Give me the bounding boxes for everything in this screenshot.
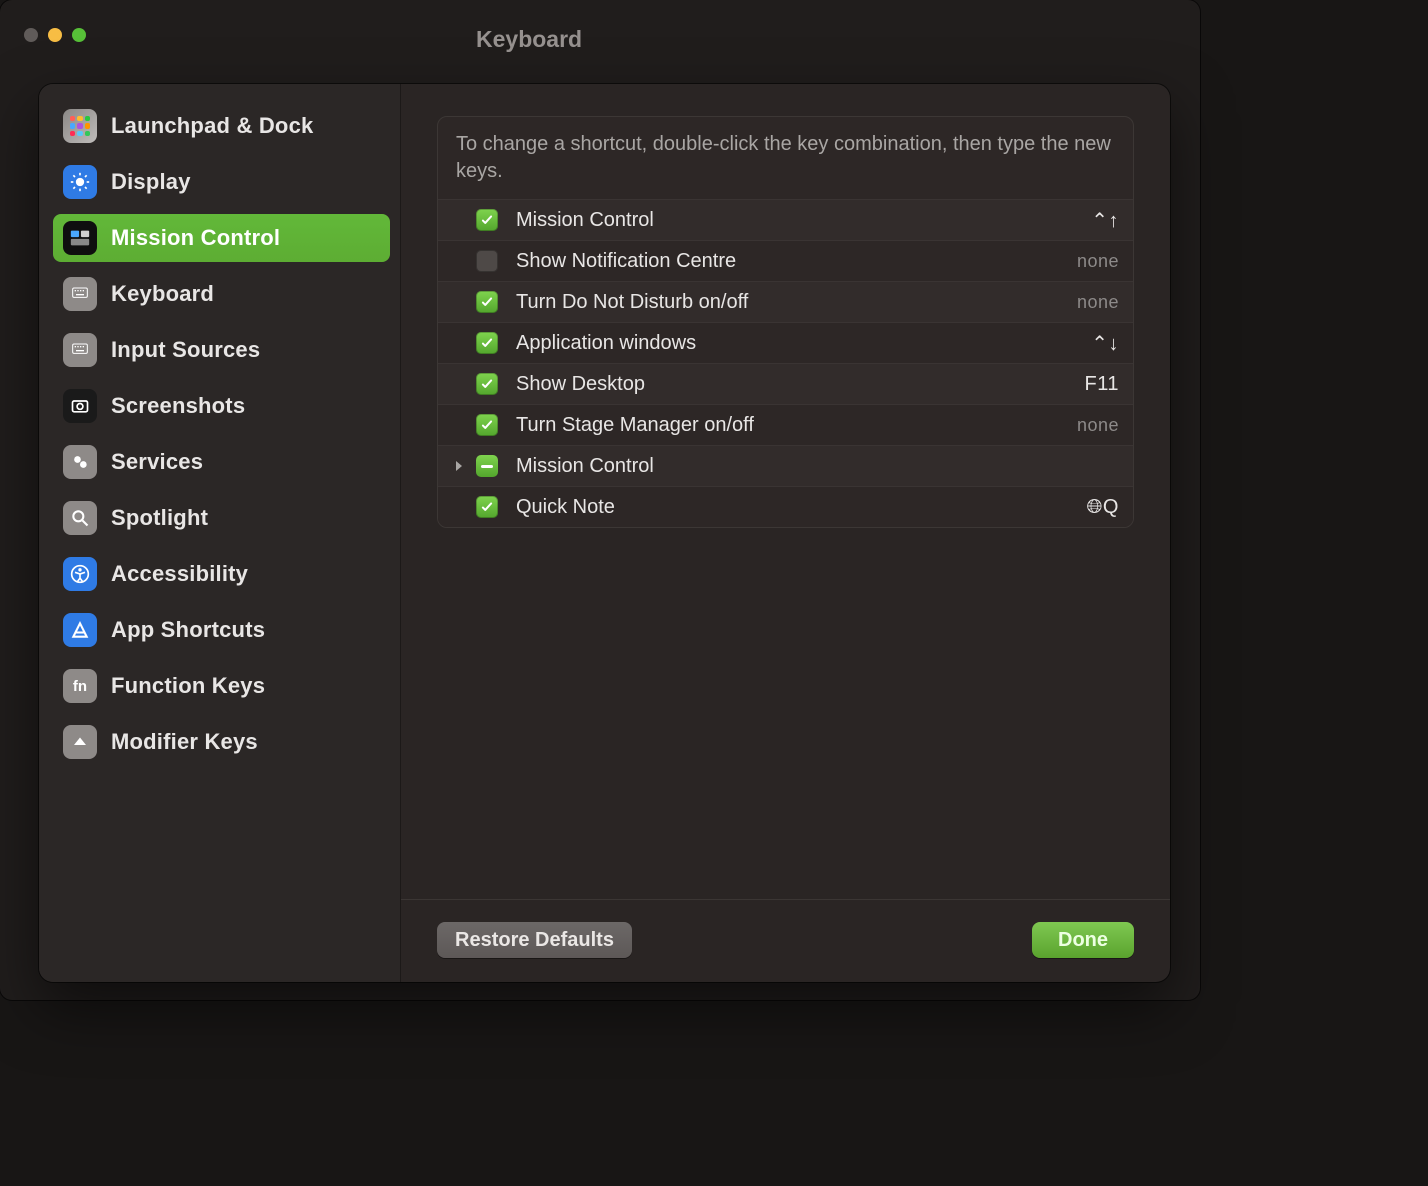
sidebar-item-label: Launchpad & Dock [111,113,313,139]
sidebar-item-app-shortcuts[interactable]: App Shortcuts [53,606,390,654]
traffic-lights [24,28,86,42]
disclosure-triangle-icon[interactable] [446,460,472,472]
sidebar-item-label: Spotlight [111,505,208,531]
shortcut-name: Application windows [516,332,1091,355]
launchpad-icon [63,109,97,143]
sidebar-item-label: Function Keys [111,673,265,699]
category-sidebar: Launchpad & Dock Display Mission Control… [39,84,401,982]
sidebar-item-spotlight[interactable]: Spotlight [53,494,390,542]
close-icon[interactable] [24,28,38,42]
modifier-icon [63,725,97,759]
shortcuts-content: To change a shortcut, double-click the k… [401,84,1170,982]
fn-icon: fn [63,669,97,703]
accessibility-icon [63,557,97,591]
done-button[interactable]: Done [1032,922,1134,958]
mission-icon [63,221,97,255]
shortcut-enabled-checkbox[interactable] [476,373,498,395]
sidebar-item-modifier-keys[interactable]: Modifier Keys [53,718,390,766]
keyboard-icon [63,277,97,311]
button-label: Restore Defaults [455,929,614,952]
shortcut-row[interactable]: Application windows⌃↓ [438,322,1133,363]
shortcut-name: Show Desktop [516,373,1085,396]
shortcut-row[interactable]: Turn Stage Manager on/offnone [438,404,1133,445]
shortcut-enabled-checkbox[interactable] [476,455,498,477]
settings-window: Keyboard Launchpad & Dock Display Miss [0,0,1200,1000]
shortcut-name: Mission Control [516,455,1119,478]
restore-defaults-button[interactable]: Restore Defaults [437,922,632,958]
sidebar-item-accessibility[interactable]: Accessibility [53,550,390,598]
shortcut-row[interactable]: Mission Control⌃↑ [438,199,1133,240]
shortcut-row[interactable]: Turn Do Not Disturb on/offnone [438,281,1133,322]
sidebar-item-label: Screenshots [111,393,245,419]
window-title: Keyboard [476,26,582,53]
shortcut-name: Quick Note [516,496,1086,519]
sidebar-item-mission-control[interactable]: Mission Control [53,214,390,262]
shortcut-keys[interactable]: none [1077,415,1119,436]
sidebar-item-label: Keyboard [111,281,214,307]
sheet-footer: Restore Defaults Done [401,899,1170,982]
screenshots-icon [63,389,97,423]
sidebar-item-label: Accessibility [111,561,248,587]
shortcut-name: Mission Control [516,209,1091,232]
sidebar-item-launchpad[interactable]: Launchpad & Dock [53,102,390,150]
input-icon [63,333,97,367]
zoom-icon[interactable] [72,28,86,42]
spotlight-icon [63,501,97,535]
sidebar-item-screenshots[interactable]: Screenshots [53,382,390,430]
sidebar-item-services[interactable]: Services [53,438,390,486]
shortcut-enabled-checkbox[interactable] [476,209,498,231]
minimize-icon[interactable] [48,28,62,42]
sidebar-item-label: Services [111,449,203,475]
sidebar-item-label: Modifier Keys [111,729,258,755]
instructions-text: To change a shortcut, double-click the k… [438,117,1133,199]
display-icon [63,165,97,199]
button-label: Done [1058,929,1108,952]
sidebar-item-label: Mission Control [111,225,280,251]
shortcut-keys[interactable]: F11 [1085,373,1119,396]
shortcut-enabled-checkbox[interactable] [476,496,498,518]
shortcut-name: Turn Do Not Disturb on/off [516,291,1077,314]
shortcut-name: Turn Stage Manager on/off [516,414,1077,437]
shortcut-keys[interactable]: none [1077,292,1119,313]
parent-toolbar: Keyboard [0,0,1200,78]
shortcut-keys[interactable]: ⌃↑ [1091,208,1119,233]
shortcut-enabled-checkbox[interactable] [476,291,498,313]
shortcut-row[interactable]: Mission Control [438,445,1133,486]
shortcut-enabled-checkbox[interactable] [476,332,498,354]
sidebar-item-label: App Shortcuts [111,617,265,643]
shortcut-keys[interactable]: none [1077,251,1119,272]
sidebar-item-function-keys[interactable]: fn Function Keys [53,662,390,710]
appshortcuts-icon [63,613,97,647]
shortcut-keys[interactable]: ⌃↓ [1091,331,1119,356]
keyboard-shortcuts-sheet: Launchpad & Dock Display Mission Control… [39,84,1170,982]
shortcut-name: Show Notification Centre [516,250,1077,273]
sidebar-item-display[interactable]: Display [53,158,390,206]
shortcut-row[interactable]: Show Notification Centrenone [438,240,1133,281]
shortcut-row[interactable]: Quick Note🌐︎Q [438,486,1133,527]
shortcuts-table: To change a shortcut, double-click the k… [437,116,1134,528]
shortcut-enabled-checkbox[interactable] [476,250,498,272]
sidebar-item-input-sources[interactable]: Input Sources [53,326,390,374]
services-icon [63,445,97,479]
shortcut-keys[interactable]: 🌐︎Q [1086,496,1119,519]
sidebar-item-label: Display [111,169,191,195]
shortcut-row[interactable]: Show DesktopF11 [438,363,1133,404]
sidebar-item-keyboard[interactable]: Keyboard [53,270,390,318]
shortcut-enabled-checkbox[interactable] [476,414,498,436]
sidebar-item-label: Input Sources [111,337,260,363]
